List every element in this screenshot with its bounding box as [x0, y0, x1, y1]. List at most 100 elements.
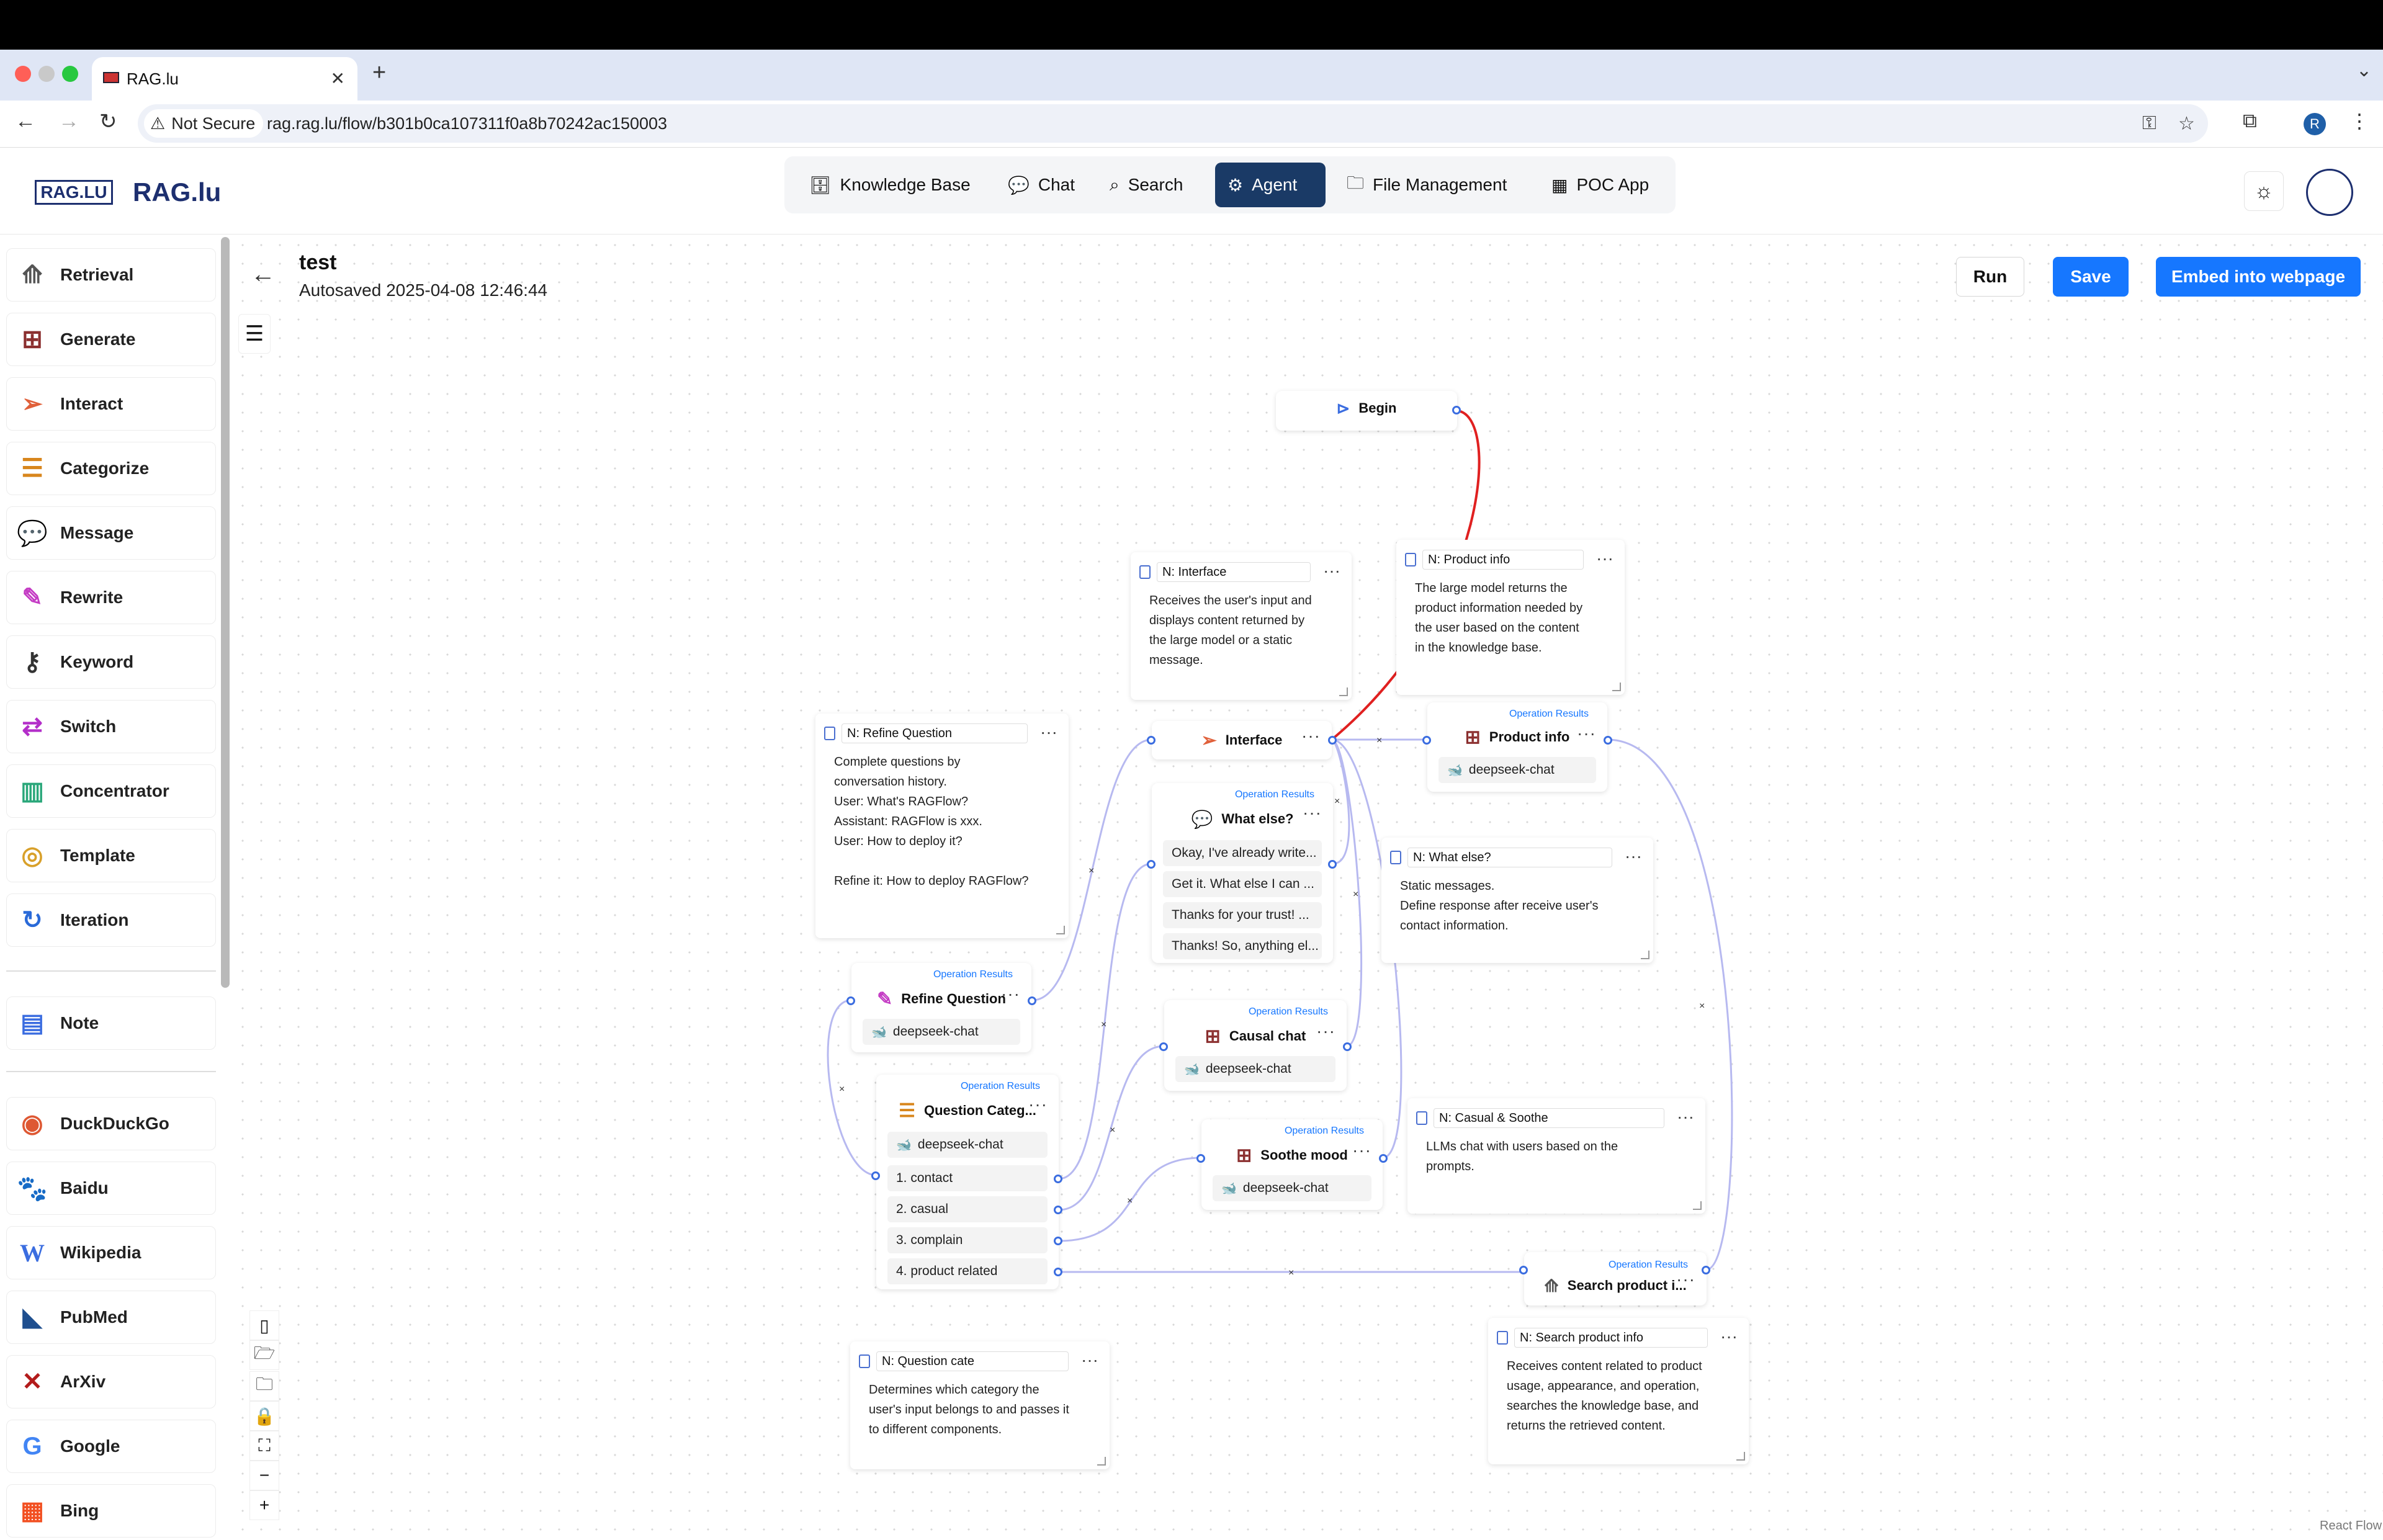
sidebar-item-keyword[interactable]: ⚷ Keyword: [6, 635, 216, 689]
more-options-icon[interactable]: ···: [1081, 1350, 1098, 1370]
resize-handle[interactable]: [1097, 1457, 1106, 1466]
more-options-icon[interactable]: ···: [1625, 846, 1642, 866]
node-interface[interactable]: ➢ Interface ···: [1152, 721, 1332, 759]
resize-handle[interactable]: [1736, 1452, 1745, 1461]
sidebar-item-wikipedia[interactable]: W Wikipedia: [6, 1226, 216, 1279]
handle[interactable]: [871, 1171, 880, 1180]
sidebar-item-switch[interactable]: ⇄ Switch: [6, 700, 216, 753]
sidebar-item-template[interactable]: ◎ Template: [6, 829, 216, 882]
note-title-input[interactable]: N: Casual & Soothe: [1434, 1108, 1664, 1128]
more-options-icon[interactable]: ···: [1301, 726, 1321, 746]
node-question-categorize[interactable]: Operation Results ☰ Question Categ... ···…: [876, 1075, 1059, 1289]
more-options-icon[interactable]: ···: [1596, 548, 1613, 568]
close-window-button[interactable]: [15, 66, 31, 82]
nav-knowledge-base[interactable]: 🗄 Knowledge Base: [797, 163, 983, 207]
note-body[interactable]: Static messages. Define response after r…: [1400, 876, 1638, 936]
sidebar-item-generate[interactable]: ⊞ Generate: [6, 313, 216, 366]
more-options-icon[interactable]: ···: [1001, 984, 1020, 1004]
node-begin[interactable]: ⊳ Begin: [1276, 391, 1457, 431]
zoom-in-icon[interactable]: +: [249, 1490, 279, 1520]
note-title-input[interactable]: N: Search product info: [1514, 1328, 1708, 1348]
handle[interactable]: [1054, 1175, 1062, 1183]
save-button[interactable]: Save: [2053, 257, 2129, 297]
browser-menu-icon[interactable]: ⋮: [2349, 109, 2369, 133]
password-key-icon[interactable]: ⚿: [2142, 113, 2156, 134]
nav-search[interactable]: ⌕ Search: [1097, 163, 1195, 207]
sidebar-item-iteration[interactable]: ↻ Iteration: [6, 893, 216, 947]
back-arrow-icon[interactable]: ←: [251, 261, 276, 289]
bookmark-star-icon[interactable]: ☆: [2178, 113, 2195, 135]
operation-results-link[interactable]: Operation Results: [1509, 709, 1589, 720]
sidebar-item-duckduckgo[interactable]: ◉ DuckDuckGo: [6, 1097, 216, 1150]
sidebar-scrollbar[interactable]: [221, 237, 230, 988]
url-bar[interactable]: ⚠ Not Secure rag.rag.lu/flow/b301b0ca107…: [138, 104, 2208, 143]
sidebar-item-arxiv[interactable]: ✕ ArXiv: [6, 1355, 216, 1408]
more-options-icon[interactable]: ···: [1577, 723, 1596, 743]
node-what-else[interactable]: Operation Results 💬 What else? ··· Okay, …: [1152, 783, 1333, 963]
note-title-input[interactable]: N: What else?: [1407, 848, 1612, 867]
tab-search-chevron-icon[interactable]: ⌄: [2356, 60, 2372, 81]
more-options-icon[interactable]: ···: [1352, 1140, 1371, 1160]
maximize-window-button[interactable]: [62, 66, 78, 82]
new-tab-icon[interactable]: +: [372, 60, 386, 86]
category-item[interactable]: 1. contact: [887, 1165, 1048, 1191]
more-options-icon[interactable]: ···: [1303, 803, 1322, 823]
note-title-input[interactable]: N: Interface: [1157, 562, 1311, 582]
more-options-icon[interactable]: ···: [1316, 1021, 1335, 1041]
handle[interactable]: [1379, 1154, 1388, 1163]
handle[interactable]: [1159, 1042, 1168, 1051]
resize-handle[interactable]: [1612, 683, 1621, 691]
sidebar-item-baidu[interactable]: 🐾 Baidu: [6, 1162, 216, 1215]
note-body[interactable]: Determines which category the user's inp…: [869, 1380, 1095, 1439]
note-refine-question[interactable]: N: Refine Question ··· Complete questions…: [815, 714, 1069, 938]
note-body[interactable]: The large model returns the product info…: [1415, 578, 1610, 658]
url-text[interactable]: rag.rag.lu/flow/b301b0ca107311f0a8b70242…: [267, 114, 667, 133]
minimize-window-button[interactable]: [38, 66, 55, 82]
note-title-input[interactable]: N: Refine Question: [841, 723, 1028, 743]
handle[interactable]: [1147, 736, 1156, 745]
node-product-info[interactable]: Operation Results ⊞ Product info ··· 🐋 dee…: [1427, 702, 1607, 792]
forward-arrow-icon[interactable]: →: [58, 109, 79, 133]
note-question-cate[interactable]: N: Question cate ··· Determines which cat…: [850, 1341, 1110, 1469]
sidebar-item-message[interactable]: 💬 Message: [6, 506, 216, 560]
minimap-icon[interactable]: ▯: [249, 1310, 279, 1340]
node-causal-chat[interactable]: Operation Results ⊞ Causal chat ··· 🐋 deep…: [1164, 1000, 1347, 1091]
note-body[interactable]: Receives the user's input and displays c…: [1149, 591, 1337, 670]
note-interface[interactable]: N: Interface ··· Receives the user's inpu…: [1131, 552, 1352, 700]
browser-tab[interactable]: RAG.lu ✕: [92, 57, 357, 101]
fit-view-icon[interactable]: ⛶: [249, 1431, 279, 1461]
back-arrow-icon[interactable]: ←: [15, 109, 36, 133]
nav-agent[interactable]: ⚙ Agent: [1215, 163, 1326, 207]
handle[interactable]: [1519, 1266, 1528, 1274]
operation-results-link[interactable]: Operation Results: [961, 1081, 1040, 1092]
handle[interactable]: [1604, 736, 1612, 745]
node-soothe-mood[interactable]: Operation Results ⊞ Soothe mood ··· 🐋 deep…: [1201, 1119, 1383, 1210]
react-flow-attribution[interactable]: React Flow: [2320, 1519, 2382, 1533]
handle[interactable]: [1196, 1154, 1205, 1163]
nav-file-management[interactable]: 🗀 File Management: [1334, 163, 1519, 207]
sidebar-item-concentrator[interactable]: ▥ Concentrator: [6, 764, 216, 818]
operation-results-link[interactable]: Operation Results: [1285, 1126, 1364, 1137]
message-item[interactable]: Thanks for your trust! ...: [1163, 902, 1322, 928]
sidebar-item-retrieval[interactable]: ⟰ Retrieval: [6, 248, 216, 302]
handle[interactable]: [1452, 406, 1461, 414]
resize-handle[interactable]: [1693, 1201, 1702, 1210]
operation-results-link[interactable]: Operation Results: [1235, 789, 1314, 800]
handle[interactable]: [1328, 736, 1337, 745]
sidebar-item-bing[interactable]: ▦ Bing: [6, 1484, 216, 1538]
node-search-product-info[interactable]: Operation Results ⟰ Search product i... ·…: [1524, 1252, 1707, 1305]
handle[interactable]: [1702, 1266, 1710, 1274]
message-item[interactable]: Thanks! So, anything el...: [1163, 933, 1322, 959]
node-refine-question[interactable]: Operation Results ✎ Refine Question ··· 🐋…: [851, 963, 1031, 1052]
operation-results-link[interactable]: Operation Results: [933, 969, 1013, 980]
user-avatar[interactable]: [2306, 169, 2353, 216]
note-title-input[interactable]: N: Question cate: [876, 1351, 1069, 1371]
close-tab-icon[interactable]: ✕: [331, 68, 345, 89]
resize-handle[interactable]: [1056, 926, 1065, 934]
category-item[interactable]: 3. complain: [887, 1227, 1048, 1253]
operation-results-link[interactable]: Operation Results: [1249, 1006, 1328, 1018]
note-body[interactable]: Complete questions by conversation histo…: [834, 752, 1054, 891]
note-product-info[interactable]: N: Product info ··· The large model retur…: [1396, 540, 1625, 695]
category-item[interactable]: 2. casual: [887, 1196, 1048, 1222]
embed-button[interactable]: Embed into webpage: [2156, 257, 2361, 297]
